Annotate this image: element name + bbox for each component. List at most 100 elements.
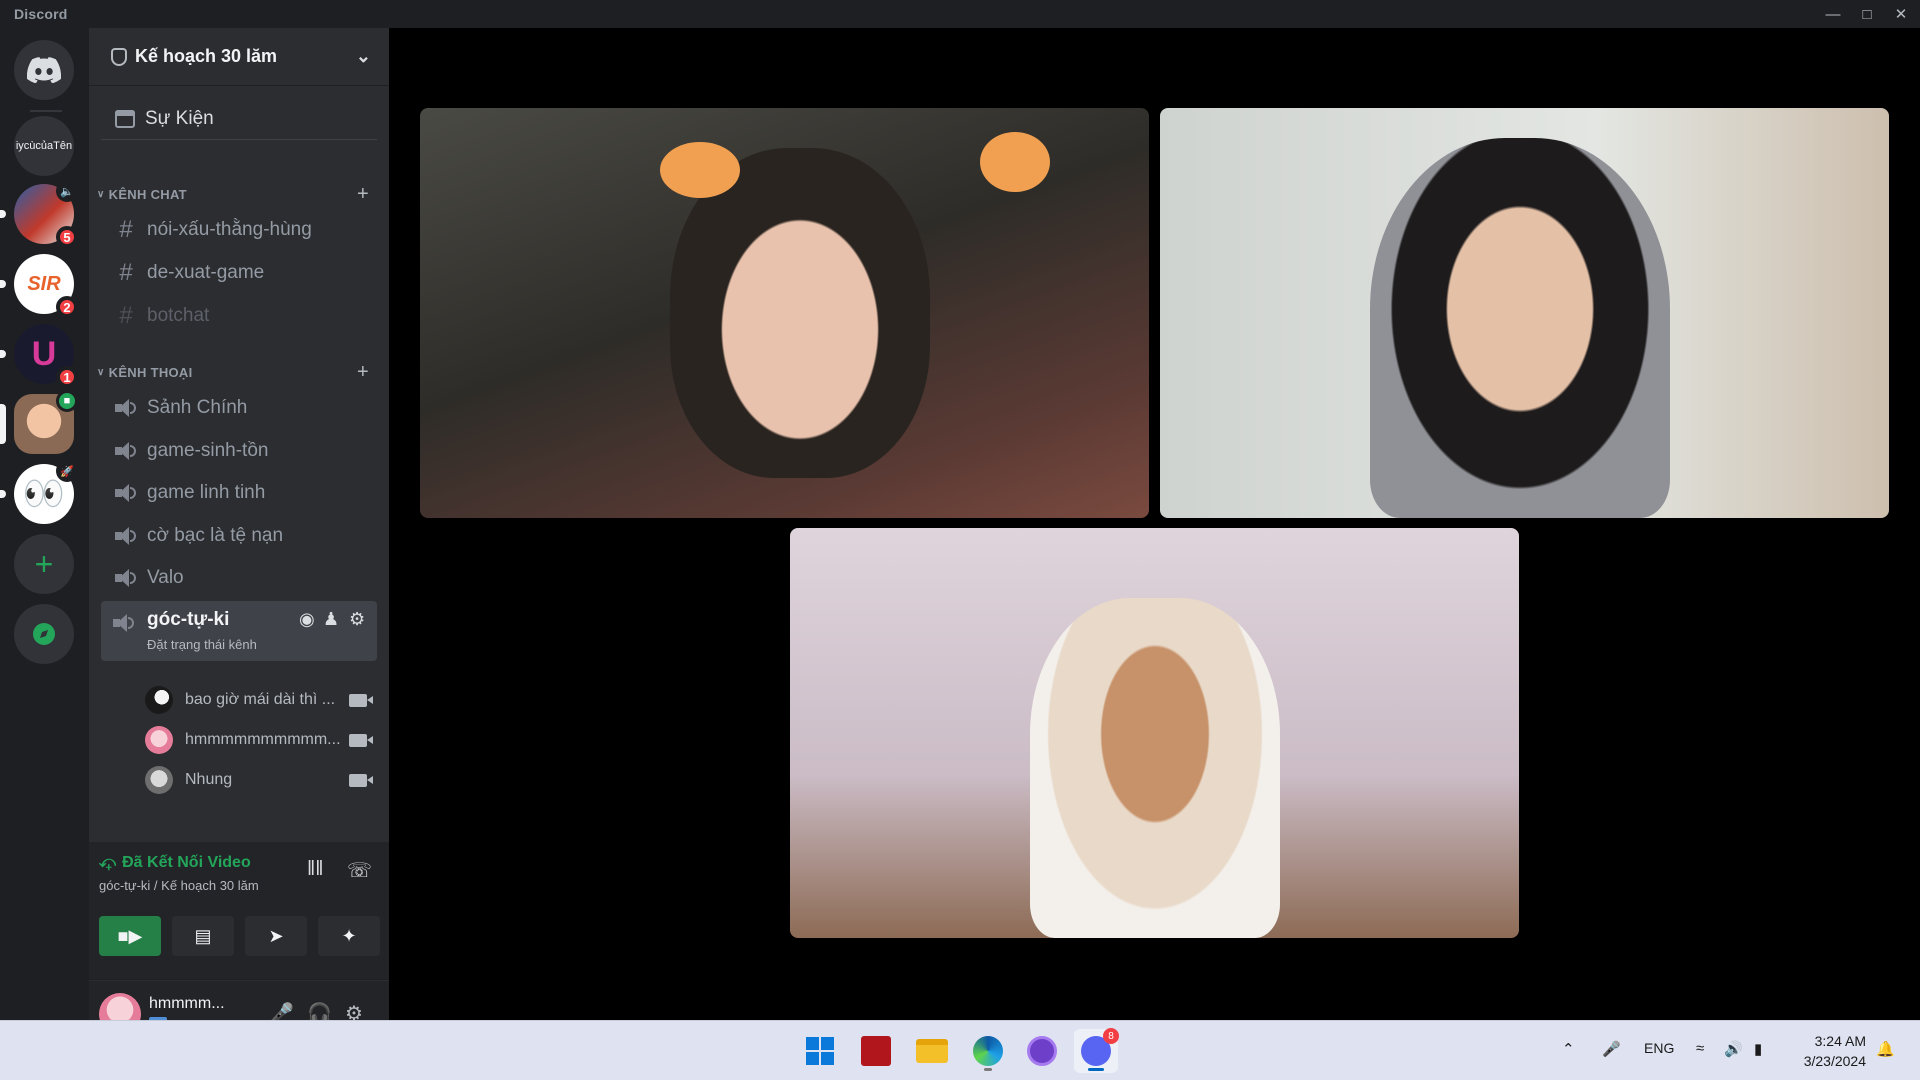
video-stage xyxy=(389,28,1920,1020)
server-icon-1[interactable]: iycùcủaTên xyxy=(14,116,74,176)
video-tile-3[interactable] xyxy=(790,528,1519,938)
app-title: Discord xyxy=(14,6,68,22)
create-channel-button[interactable]: + xyxy=(357,361,369,384)
notification-badge: 8 xyxy=(1103,1028,1119,1044)
file-explorer-button[interactable] xyxy=(910,1029,954,1073)
voice-member[interactable]: Nhung xyxy=(145,762,377,798)
server-icon-2[interactable]: 🔈 5 xyxy=(0,180,78,248)
notification-bell-icon[interactable]: 🔔 xyxy=(1876,1040,1895,1058)
start-button[interactable] xyxy=(798,1029,842,1073)
ear-filter xyxy=(980,132,1050,192)
hash-icon: # xyxy=(119,259,133,286)
minimize-button[interactable]: — xyxy=(1816,0,1850,28)
battery-icon[interactable]: ▮ xyxy=(1754,1040,1762,1058)
category-text[interactable]: ∨ KÊNH CHAT + xyxy=(97,182,381,206)
boost-icon: 🚀 xyxy=(56,460,78,482)
video-tile-2[interactable] xyxy=(1160,108,1889,518)
participant-video xyxy=(670,148,930,478)
speaker-icon xyxy=(115,568,137,588)
server-icon-4[interactable]: U 1 xyxy=(0,324,78,388)
clock-date: 3/23/2024 xyxy=(1803,1053,1866,1069)
channel-sidebar: Kế hoạch 30 lăm ⌄ Sự Kiện ∨ KÊNH CHAT + … xyxy=(89,28,389,1048)
ear-filter xyxy=(660,142,740,198)
clock[interactable]: 3:24 AM 3/23/2024 xyxy=(1804,1031,1866,1071)
discord-logo-icon xyxy=(27,57,61,83)
chat-icon[interactable]: ◉ xyxy=(299,609,315,630)
mention-badge: 1 xyxy=(56,366,78,388)
explore-servers-button[interactable] xyxy=(14,604,74,664)
github-desktop-button[interactable] xyxy=(1020,1029,1064,1073)
video-active-icon: ■ xyxy=(56,390,78,412)
connection-location[interactable]: góc-tự-ki / Kế hoạch 30 lăm xyxy=(99,878,259,893)
channel-voice-5[interactable]: Valo xyxy=(101,559,377,597)
video-tile-1[interactable] xyxy=(420,108,1149,518)
screen-share-button[interactable]: ▤ xyxy=(172,916,234,956)
create-channel-button[interactable]: + xyxy=(357,183,369,206)
unread-pill xyxy=(0,210,6,218)
connection-status[interactable]: ⤽ Đã Kết Nối Video xyxy=(99,854,251,872)
channel-voice-1[interactable]: Sảnh Chính xyxy=(101,389,377,427)
github-icon xyxy=(1027,1036,1057,1066)
activity-button[interactable]: ➤ xyxy=(245,916,307,956)
microphone-icon[interactable]: 🎤 xyxy=(1602,1040,1621,1058)
rail-divider xyxy=(30,110,62,112)
soundboard-button[interactable]: ✦ xyxy=(318,916,380,956)
gear-icon[interactable]: ⚙ xyxy=(349,609,365,630)
category-voice[interactable]: ∨ KÊNH THOẠI + xyxy=(97,360,381,384)
discord-icon: 8 xyxy=(1081,1028,1119,1066)
username[interactable]: hmmmm... xyxy=(149,995,225,1013)
category-label: KÊNH THOẠI xyxy=(108,364,193,380)
discord-taskbar-button[interactable]: 8 xyxy=(1074,1028,1119,1073)
invite-icon[interactable]: ♟ xyxy=(323,609,339,630)
taskbar-app-game[interactable] xyxy=(854,1029,898,1073)
participant-video xyxy=(1370,138,1670,518)
participant-video xyxy=(1030,598,1280,938)
channel-text-3[interactable]: # botchat xyxy=(101,297,377,335)
chevron-up-icon[interactable]: ⌃ xyxy=(1562,1040,1575,1058)
server-icon-current[interactable]: ■ xyxy=(0,390,78,454)
edge-icon xyxy=(973,1036,1003,1066)
wifi-icon[interactable]: ≈ xyxy=(1696,1040,1704,1057)
channel-text-1[interactable]: # nói-xấu-thằng-hùng xyxy=(101,211,377,249)
channel-voice-3[interactable]: game linh tinh xyxy=(101,474,377,512)
speaker-icon xyxy=(115,398,137,418)
voice-member[interactable]: hmmmmmmmmmm... xyxy=(145,722,377,758)
home-button[interactable] xyxy=(14,40,74,100)
language-indicator[interactable]: ENG xyxy=(1644,1040,1674,1056)
video-toggle-button[interactable]: ■▶ xyxy=(99,916,161,956)
avatar xyxy=(145,686,173,714)
server-rail: iycùcủaTên 🔈 5 SIR 2 U 1 ■ 👀 🚀 + xyxy=(0,28,89,1020)
noise-suppression-icon[interactable]: ‖‖ xyxy=(307,858,324,881)
unread-pill xyxy=(0,350,6,358)
signal-icon: ⤽ xyxy=(99,854,117,871)
disconnect-icon[interactable]: ☏ xyxy=(347,858,372,883)
title-bar: Discord — □ ✕ xyxy=(0,0,1920,28)
hash-icon: # xyxy=(119,302,133,329)
channel-label: cờ bạc là tệ nạn xyxy=(147,525,284,546)
guild-header[interactable]: Kế hoạch 30 lăm ⌄ xyxy=(89,28,389,86)
add-server-button[interactable]: + xyxy=(14,534,74,594)
speaker-icon xyxy=(115,526,137,546)
channel-voice-2[interactable]: game-sinh-tồn xyxy=(101,432,377,470)
channel-text-2[interactable]: # de-xuat-game xyxy=(101,254,377,292)
edge-browser-button[interactable] xyxy=(966,1029,1010,1073)
channel-status-input[interactable]: Đặt trạng thái kênh xyxy=(147,637,257,652)
mention-badge: 2 xyxy=(56,296,78,318)
volume-icon[interactable]: 🔊 xyxy=(1724,1040,1743,1058)
server-label: iycùcủaTên xyxy=(15,140,73,152)
member-name: Nhung xyxy=(185,771,233,788)
voice-member[interactable]: bao giờ mái dài thì ... xyxy=(145,682,377,718)
channel-label: Sảnh Chính xyxy=(147,397,248,418)
calendar-icon xyxy=(115,109,135,128)
channel-label: game linh tinh xyxy=(147,482,266,503)
guild-name: Kế hoạch 30 lăm xyxy=(135,46,278,66)
server-icon-6[interactable]: 👀 🚀 xyxy=(0,460,78,524)
channel-voice-4[interactable]: cờ bạc là tệ nạn xyxy=(101,517,377,555)
channel-voice-active[interactable]: góc-tự-ki Đặt trạng thái kênh ◉ ♟ ⚙ xyxy=(101,601,377,661)
maximize-button[interactable]: □ xyxy=(1850,0,1884,28)
chevron-down-icon: ∨ xyxy=(97,188,105,200)
close-button[interactable]: ✕ xyxy=(1884,0,1918,28)
channel-label: botchat xyxy=(147,305,210,326)
server-icon-sir[interactable]: SIR 2 xyxy=(0,254,78,318)
events-item[interactable]: Sự Kiện xyxy=(101,98,377,140)
